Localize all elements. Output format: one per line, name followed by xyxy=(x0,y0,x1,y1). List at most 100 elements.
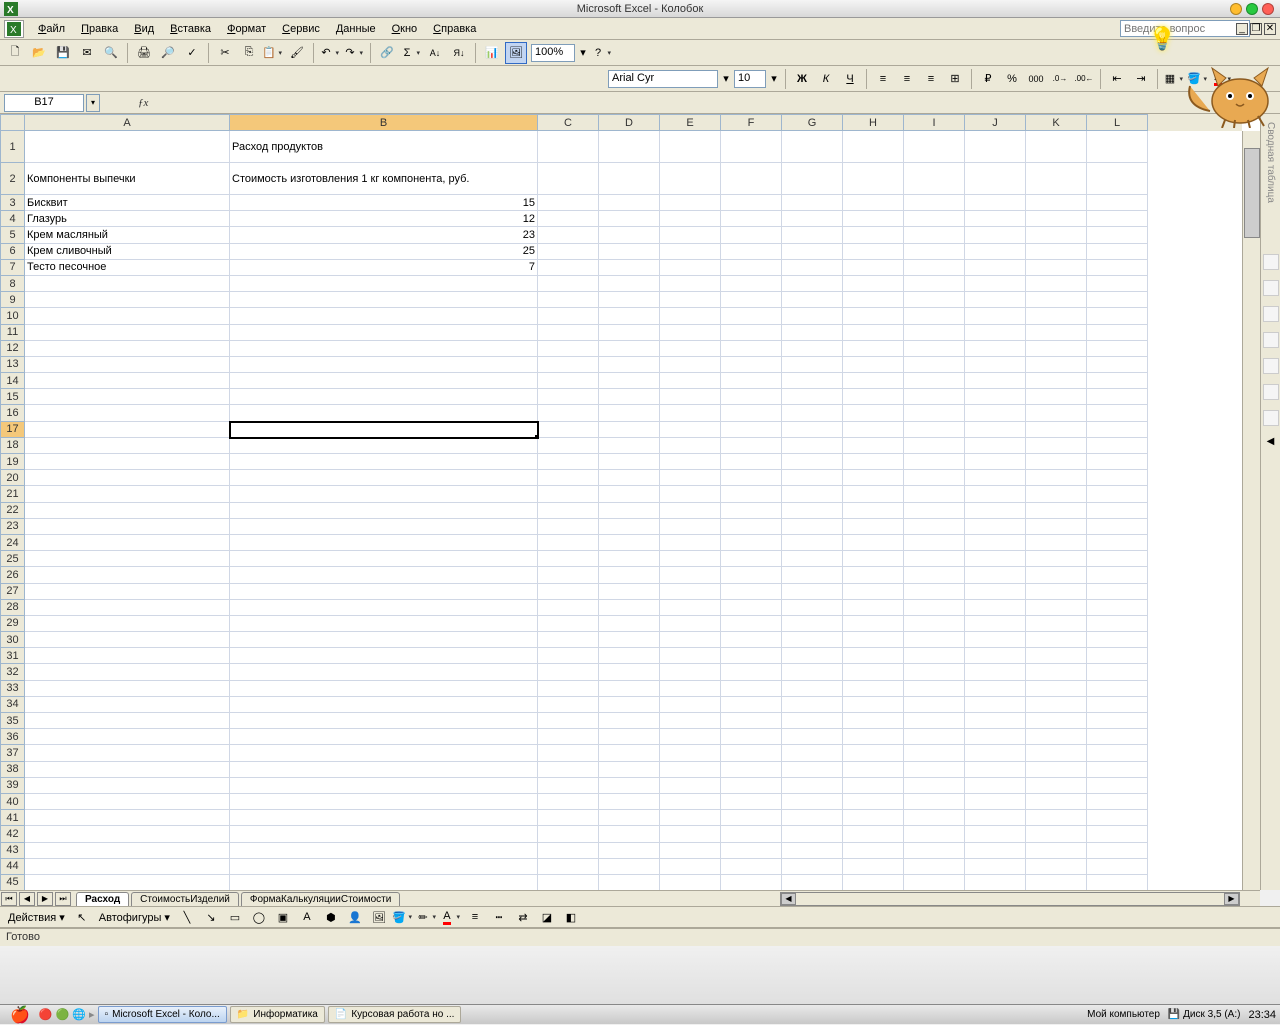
cell-L6[interactable] xyxy=(1087,244,1148,260)
cell-I38[interactable] xyxy=(904,762,965,778)
cell-A29[interactable] xyxy=(25,616,230,632)
cell-E28[interactable] xyxy=(660,600,721,616)
cell-A9[interactable] xyxy=(25,292,230,308)
textbox-icon[interactable]: ▣ xyxy=(272,906,294,928)
font-size-combo[interactable]: 10 xyxy=(734,70,766,88)
cell-I2[interactable] xyxy=(904,163,965,195)
cell-G5[interactable] xyxy=(782,227,843,243)
cell-E4[interactable] xyxy=(660,211,721,227)
cell-A45[interactable] xyxy=(25,875,230,890)
cell-B2[interactable]: Стоимость изготовления 1 кг компонента, … xyxy=(230,163,538,195)
cell-D14[interactable] xyxy=(599,373,660,389)
cell-A5[interactable]: Крем масляный xyxy=(25,227,230,243)
cell-A24[interactable] xyxy=(25,535,230,551)
open-icon[interactable]: 📂 xyxy=(28,42,50,64)
cell-G28[interactable] xyxy=(782,600,843,616)
row-header-8[interactable]: 8 xyxy=(0,276,25,292)
cell-H22[interactable] xyxy=(843,503,904,519)
col-header-G[interactable]: G xyxy=(782,114,843,131)
cell-F12[interactable] xyxy=(721,341,782,357)
cell-A22[interactable] xyxy=(25,503,230,519)
cell-E22[interactable] xyxy=(660,503,721,519)
cell-F39[interactable] xyxy=(721,778,782,794)
cell-C8[interactable] xyxy=(538,276,599,292)
cell-J31[interactable] xyxy=(965,648,1026,664)
cell-C21[interactable] xyxy=(538,486,599,502)
cell-D40[interactable] xyxy=(599,794,660,810)
autoshapes-menu[interactable]: Автофигуры ▾ xyxy=(95,909,174,926)
cell-H4[interactable] xyxy=(843,211,904,227)
cell-J32[interactable] xyxy=(965,664,1026,680)
cell-A30[interactable] xyxy=(25,632,230,648)
cell-I32[interactable] xyxy=(904,664,965,680)
cell-G27[interactable] xyxy=(782,584,843,600)
menu-правка[interactable]: Правка xyxy=(73,21,126,37)
cell-K3[interactable] xyxy=(1026,195,1087,211)
cell-L10[interactable] xyxy=(1087,308,1148,324)
cell-A42[interactable] xyxy=(25,826,230,842)
cell-L7[interactable] xyxy=(1087,260,1148,276)
cell-K12[interactable] xyxy=(1026,341,1087,357)
cell-K21[interactable] xyxy=(1026,486,1087,502)
menu-справка[interactable]: Справка xyxy=(425,21,484,37)
row-header-14[interactable]: 14 xyxy=(0,373,25,389)
fx-icon[interactable]: ƒx xyxy=(138,97,148,109)
spreadsheet-grid[interactable]: ABCDEFGHIJKL 123456789101112131415161718… xyxy=(0,114,1260,890)
cell-B7[interactable]: 7 xyxy=(230,260,538,276)
cell-B24[interactable] xyxy=(230,535,538,551)
cell-E42[interactable] xyxy=(660,826,721,842)
cell-G14[interactable] xyxy=(782,373,843,389)
sheet-tab-2[interactable]: ФормаКалькуляцииСтоимости xyxy=(241,892,400,906)
cell-B12[interactable] xyxy=(230,341,538,357)
cell-A16[interactable] xyxy=(25,405,230,421)
dash-style-icon[interactable]: ┅ xyxy=(488,906,510,928)
cell-H24[interactable] xyxy=(843,535,904,551)
cell-L30[interactable] xyxy=(1087,632,1148,648)
cell-K6[interactable] xyxy=(1026,244,1087,260)
cell-K1[interactable] xyxy=(1026,131,1087,163)
cell-D42[interactable] xyxy=(599,826,660,842)
row-header-42[interactable]: 42 xyxy=(0,826,25,842)
cell-C17[interactable] xyxy=(538,422,599,438)
cell-K15[interactable] xyxy=(1026,389,1087,405)
cell-J9[interactable] xyxy=(965,292,1026,308)
cell-H29[interactable] xyxy=(843,616,904,632)
cell-K8[interactable] xyxy=(1026,276,1087,292)
cell-K33[interactable] xyxy=(1026,681,1087,697)
col-header-D[interactable]: D xyxy=(599,114,660,131)
horizontal-scrollbar[interactable]: ◀▶ xyxy=(780,892,1240,906)
cell-J10[interactable] xyxy=(965,308,1026,324)
cell-F13[interactable] xyxy=(721,357,782,373)
cell-J28[interactable] xyxy=(965,600,1026,616)
tray-icon-1[interactable]: 🔴 xyxy=(39,1008,53,1021)
cell-D2[interactable] xyxy=(599,163,660,195)
cell-L38[interactable] xyxy=(1087,762,1148,778)
menu-вид[interactable]: Вид xyxy=(126,21,162,37)
cell-I34[interactable] xyxy=(904,697,965,713)
cell-E34[interactable] xyxy=(660,697,721,713)
cut-icon[interactable]: ✂ xyxy=(214,42,236,64)
cell-I36[interactable] xyxy=(904,729,965,745)
cell-L15[interactable] xyxy=(1087,389,1148,405)
cell-F28[interactable] xyxy=(721,600,782,616)
cell-J20[interactable] xyxy=(965,470,1026,486)
cell-K37[interactable] xyxy=(1026,745,1087,761)
row-header-40[interactable]: 40 xyxy=(0,794,25,810)
cell-A4[interactable]: Глазурь xyxy=(25,211,230,227)
cell-H33[interactable] xyxy=(843,681,904,697)
cell-H14[interactable] xyxy=(843,373,904,389)
cell-H39[interactable] xyxy=(843,778,904,794)
cell-F44[interactable] xyxy=(721,859,782,875)
cell-C18[interactable] xyxy=(538,438,599,454)
cell-C26[interactable] xyxy=(538,567,599,583)
cell-I42[interactable] xyxy=(904,826,965,842)
row-header-22[interactable]: 22 xyxy=(0,503,25,519)
cell-B22[interactable] xyxy=(230,503,538,519)
cell-C41[interactable] xyxy=(538,810,599,826)
mdi-restore[interactable]: ❐ xyxy=(1250,23,1262,35)
cell-A18[interactable] xyxy=(25,438,230,454)
cell-E3[interactable] xyxy=(660,195,721,211)
cell-I12[interactable] xyxy=(904,341,965,357)
cell-K14[interactable] xyxy=(1026,373,1087,389)
cell-C43[interactable] xyxy=(538,843,599,859)
